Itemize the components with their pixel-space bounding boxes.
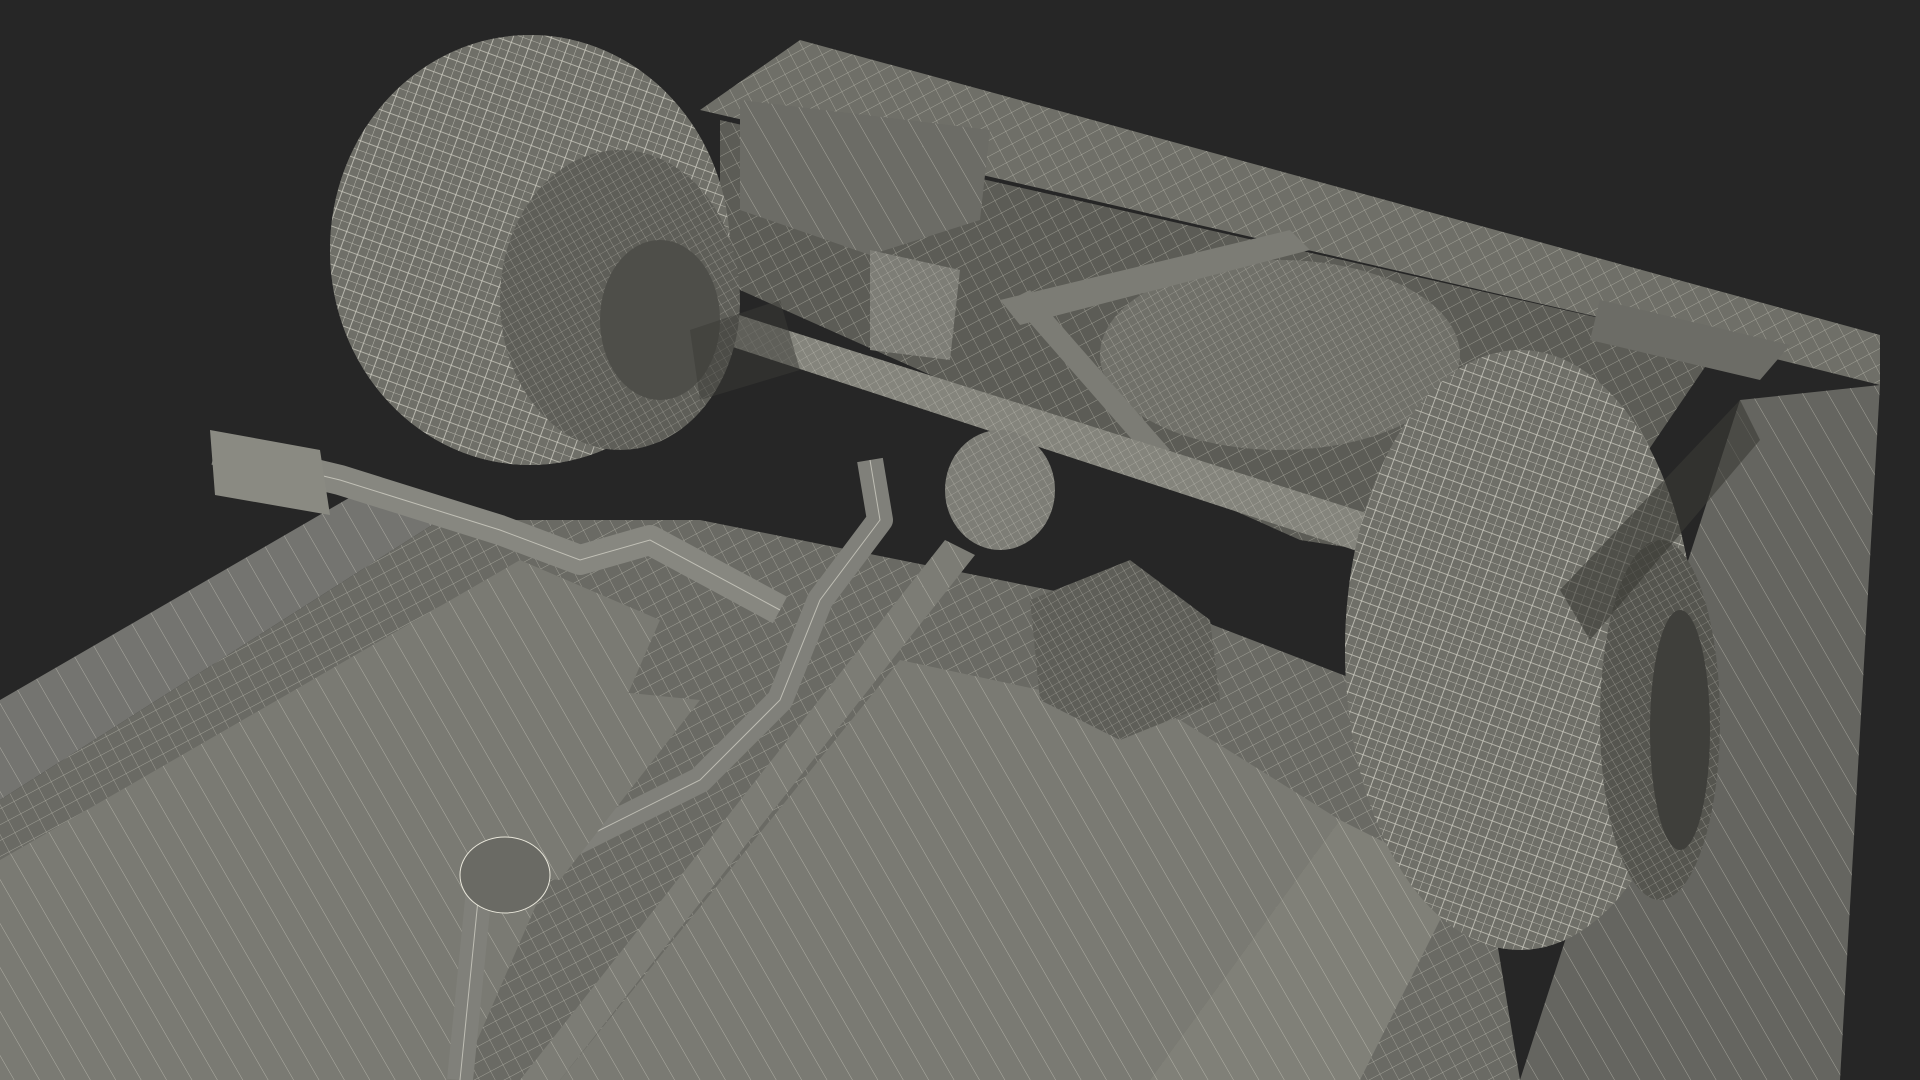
render-viewport (0, 0, 1920, 1080)
right-rear-wheel (1345, 350, 1720, 950)
wireframe-render (0, 35, 1880, 1080)
left-rear-wheel (330, 35, 740, 465)
